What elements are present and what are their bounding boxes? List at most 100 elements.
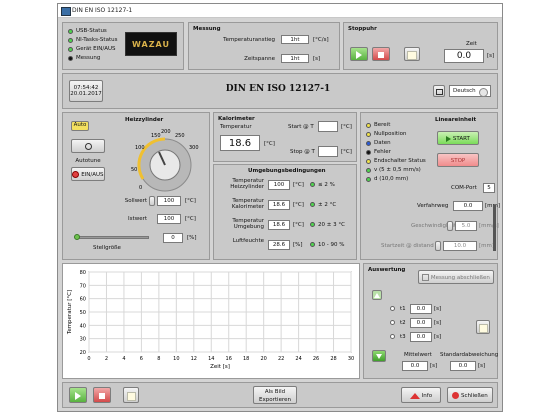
x-tick-label: 10 [173,356,179,362]
start-at-field[interactable] [318,121,338,132]
linear-scrollbar[interactable] [493,205,496,251]
close-label: Schließen [460,393,488,399]
footer-clear-button[interactable] [123,387,139,403]
stellgroesse-field: 0 [163,233,183,243]
x-tick-label: 28 [330,356,336,362]
radio-button[interactable] [390,320,395,325]
com-field[interactable]: 5 [483,183,495,193]
span-field[interactable]: 1ht [281,54,309,63]
status-led [68,56,73,61]
stop-button[interactable]: STOP [437,153,479,167]
home-icon [409,392,420,399]
linear-led-label: Daten [374,140,391,146]
auto-button[interactable]: Auto [71,121,89,131]
clear-results-button[interactable] [476,320,490,334]
arrow-up-button[interactable] [372,290,382,300]
stop-at-field[interactable] [318,146,338,157]
t-label: t3 [400,334,406,340]
dial-tick: 150 [151,133,161,139]
close-button[interactable]: Schließen [447,387,493,403]
umgebung-title: Umgebungsbedingungen [248,168,326,174]
linear-led-label: d (10,0 mm) [374,176,409,182]
clear-icon [478,324,488,333]
t-label: t2 [400,320,406,326]
env-row-label: Luftfeuchte [232,238,264,244]
lineareinheit-panel: Lineareinheit Bereit Nullposition Daten Feh… [360,112,500,260]
linear-led-label: Fehler [374,149,391,155]
kal-temp-display: 18.6 [220,135,260,151]
stopwatch-stop-button[interactable] [372,47,390,61]
abstand-stepper[interactable] [435,241,441,251]
radio-button[interactable] [390,334,395,339]
footer-stop-button[interactable] [93,387,111,403]
arrow-down-button[interactable] [372,350,386,362]
messung-title: Messung [193,26,221,32]
linear-led [366,141,371,146]
time-label: Zeit [466,41,477,47]
status-led [68,47,73,52]
linear-led-label: v (5 ± 0,5 mm/s) [374,167,421,173]
env-row-unit: [°C] [293,202,304,208]
start-label: START [452,136,470,142]
geschwindigkeit-field[interactable]: 5.0 [455,221,477,231]
kal-temp-label: Temperatur [220,124,252,130]
heizzylinder-title: Heizzylinder [125,117,164,123]
messung-abschliessen-button[interactable]: Messung abschließen [418,270,494,284]
linear-led [366,132,371,137]
start-at-label: Start @ T [288,124,314,130]
status-label: Gerät EIN/AUS [76,46,116,52]
env-row-label: Temperatur Umgebung [232,218,264,230]
env-row-unit: [°C] [293,182,304,188]
abstand-field[interactable]: 10.0 [443,241,477,251]
env-row-value: 28.6 [268,240,290,250]
stopwatch-start-button[interactable] [350,47,368,61]
dial-tick: 50 [131,167,137,173]
env-row-tolerance: ± 2 °C [318,202,337,208]
sollwert-field[interactable]: 100 [157,196,181,206]
mittelwert-unit: [s] [430,363,438,369]
language-button[interactable] [433,85,445,97]
geschwindigkeit-stepper[interactable] [447,221,453,231]
dial-tick: 200 [161,129,171,135]
sollwert-stepper[interactable] [149,196,155,206]
linear-led-label: Endschalter Status [374,158,426,164]
status-led [68,38,73,43]
language-select[interactable]: Deutsch [449,85,491,97]
stopwatch-reset-button[interactable] [404,47,420,61]
lineareinheit-title: Lineareinheit [435,117,477,123]
stoppuhr-title: Stoppuhr [348,26,377,32]
messung-panel: Messung Temperaturanstieg 1ht [°C/s] Zei… [188,22,340,70]
y-tick-label: 40 [80,323,86,329]
play-icon [75,392,81,400]
env-row-tolerance: 10 - 90 % [318,242,345,248]
std-field: 0.0 [450,361,476,371]
info-button[interactable]: Info [401,387,441,403]
x-tick-label: 26 [313,356,319,362]
status-led [68,29,73,34]
env-row-value: 18.6 [268,220,290,230]
env-row-label: Temperatur Heizzylinder [230,178,264,190]
slider-handle[interactable] [74,234,80,240]
temperature-dial[interactable]: 100 150 200 250 300 50 0 [129,127,203,193]
stellgroesse-slider[interactable] [77,236,149,239]
footer-start-button[interactable] [69,387,87,403]
x-tick-label: 2 [105,356,108,362]
linear-led [366,168,371,173]
t-unit: [s] [434,320,442,326]
start-button[interactable]: START [437,131,479,145]
rate-field[interactable]: 1ht [281,35,309,44]
close-icon [452,392,460,399]
istwert-label: Istwert [128,216,147,222]
y-tick-label: 80 [80,270,86,276]
export-image-button[interactable]: Als Bild Exportieren [253,386,297,404]
lock-icon [435,89,443,95]
wazau-logo: WAZAU [125,32,177,56]
power-button[interactable]: EIN/AUS [71,167,105,181]
x-tick-label: 16 [226,356,232,362]
autotune-button[interactable]: Autotune [71,139,105,164]
t-value: 0.0 [410,332,432,342]
radio-button[interactable] [390,306,395,311]
kalorimeter-title: Kalorimeter [218,116,255,122]
save-icon [422,274,430,281]
datetime-display: 07:54:42 20.01.2017 [69,80,103,102]
